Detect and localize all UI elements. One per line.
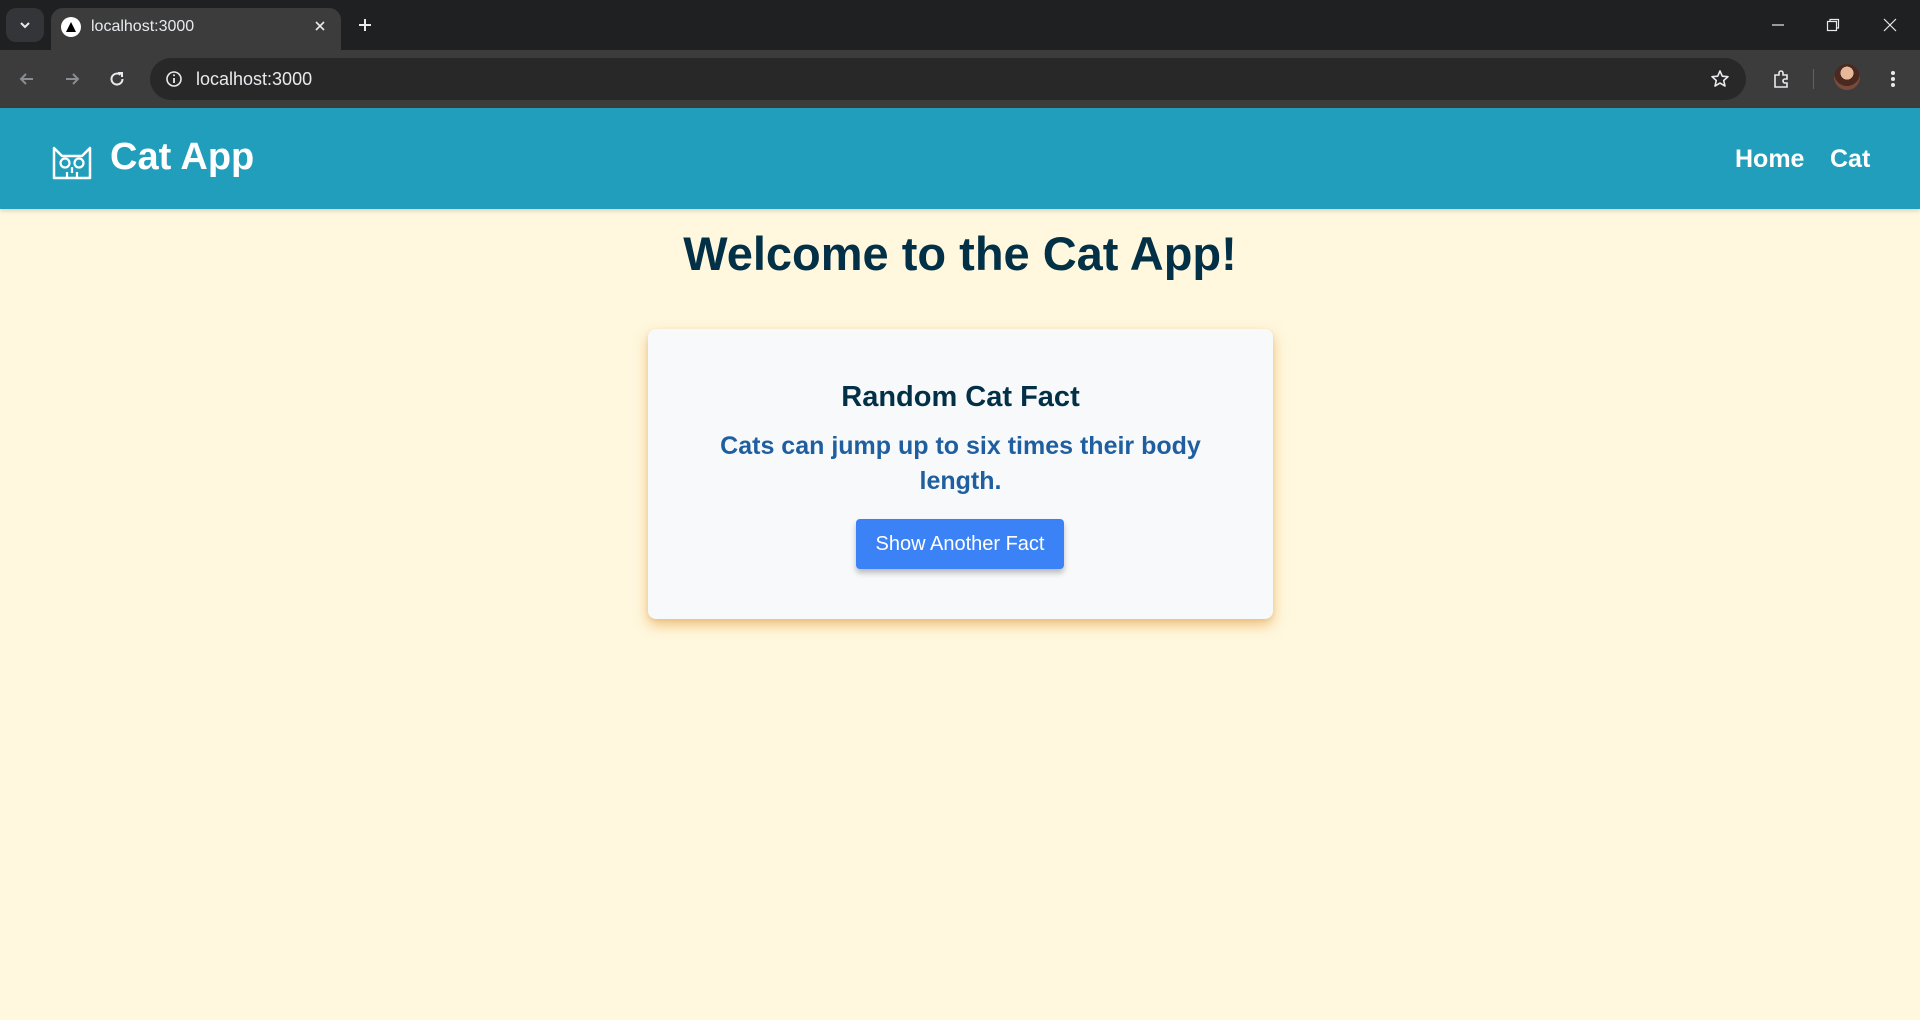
chevron-down-icon — [20, 22, 30, 29]
puzzle-icon — [1774, 70, 1788, 88]
cat-fact-card: Random Cat Fact Cats can jump up to six … — [648, 329, 1273, 619]
arrow-right-icon — [66, 73, 80, 85]
cat-logo-icon — [52, 146, 92, 180]
arrow-left-icon — [19, 73, 33, 85]
tab-title: localhost:3000 — [91, 18, 195, 35]
favicon-icon — [61, 17, 81, 37]
close-window-button[interactable] — [1870, 10, 1910, 40]
menu-button[interactable] — [1878, 64, 1908, 94]
bookmark-star-icon[interactable] — [1708, 67, 1732, 91]
reload-button[interactable] — [102, 64, 132, 94]
minimize-button[interactable] — [1758, 10, 1798, 40]
app-header: Cat App Home Cat — [0, 108, 1920, 209]
toolbar-divider — [1813, 69, 1814, 89]
back-button[interactable] — [12, 64, 42, 94]
new-tab-button[interactable] — [352, 12, 378, 38]
site-info-icon[interactable] — [162, 67, 186, 91]
brand-name[interactable]: Cat App — [110, 136, 254, 179]
nav-link-cat[interactable]: Cat — [1830, 145, 1870, 174]
show-another-fact-button[interactable]: Show Another Fact — [856, 519, 1064, 569]
plus-icon — [359, 19, 371, 31]
tab-search-button[interactable] — [6, 8, 44, 42]
close-window-icon — [1883, 18, 1897, 32]
url-text[interactable]: localhost:3000 — [196, 69, 312, 90]
browser-tabstrip: localhost:3000 — [0, 0, 1920, 50]
reload-icon — [110, 72, 124, 86]
forward-button[interactable] — [57, 64, 87, 94]
card-title: Random Cat Fact — [841, 381, 1080, 413]
profile-avatar[interactable] — [1834, 64, 1860, 90]
page-title: Welcome to the Cat App! — [683, 227, 1237, 280]
nav-link-home[interactable]: Home — [1735, 145, 1804, 174]
restore-button[interactable] — [1813, 10, 1853, 40]
more-vertical-icon — [1891, 71, 1895, 87]
restore-icon — [1826, 18, 1840, 32]
extensions-button[interactable] — [1766, 64, 1796, 94]
minimize-icon — [1772, 24, 1784, 26]
close-icon[interactable] — [309, 15, 331, 37]
address-bar[interactable]: localhost:3000 — [150, 58, 1746, 100]
browser-toolbar: localhost:3000 — [0, 50, 1920, 108]
browser-tab[interactable]: localhost:3000 — [51, 8, 341, 50]
cat-fact-text: Cats can jump up to six times their body… — [720, 432, 1201, 495]
